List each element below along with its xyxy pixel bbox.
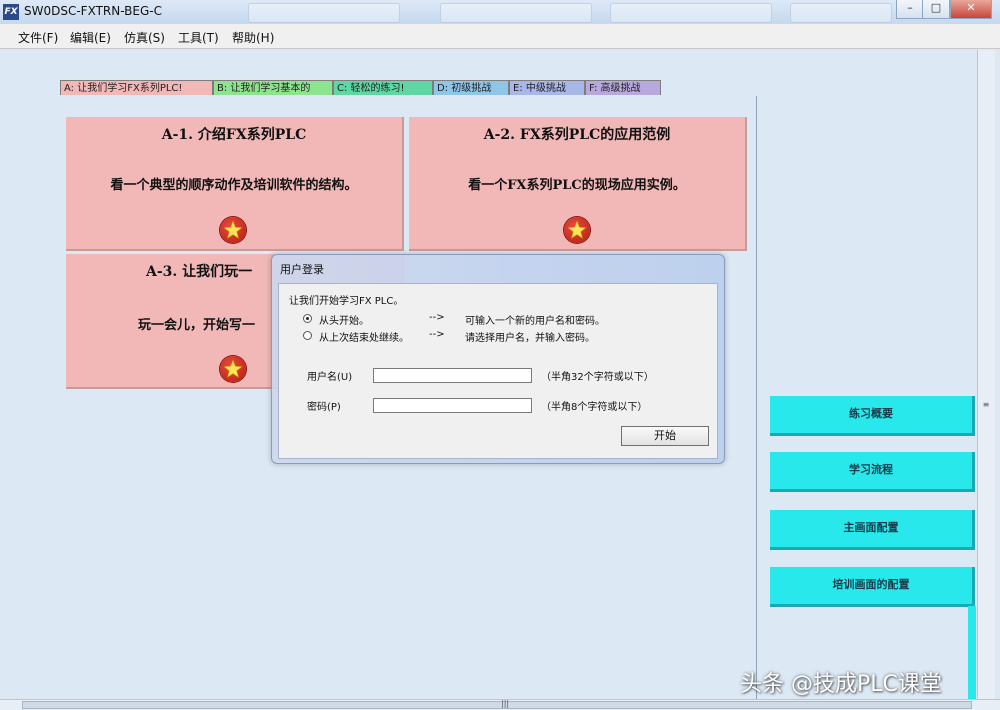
menu-help[interactable]: 帮助(H) <box>232 29 274 46</box>
card-description: 看一个FX系列PLC的现场应用实例。 <box>468 178 686 193</box>
tab-b[interactable]: B: 让我们学习基本的 <box>213 80 333 95</box>
password-label: 密码(P) <box>307 402 341 413</box>
card-title: A-1. 介绍FX系列PLC <box>161 127 307 143</box>
tab-a[interactable]: A: 让我们学习FX系列PLC! <box>60 80 213 95</box>
option-start-new-hint: 可输入一个新的用户名和密码。 <box>465 316 605 327</box>
star-icon[interactable] <box>220 356 246 382</box>
lesson-card-a2[interactable]: A-2. FX系列PLC的应用范例 看一个FX系列PLC的现场应用实例。 <box>409 117 747 251</box>
dialog-title: 用户登录 <box>280 263 324 276</box>
username-input[interactable] <box>373 368 532 383</box>
title-bar: FX SW0DSC-FXTRN-BEG-C – □ ✕ <box>0 0 1000 25</box>
option-continue-hint: 请选择用户名，并输入密码。 <box>465 333 595 344</box>
dialog-body: 让我们开始学习FX PLC。 从头开始。 --> 可输入一个新的用户名和密码。 … <box>278 283 718 459</box>
minimize-button[interactable]: – <box>896 0 924 19</box>
learning-flow-button[interactable]: 学习流程 <box>770 452 975 492</box>
background-taskbar-tab <box>790 3 892 23</box>
menu-tools[interactable]: 工具(T) <box>178 29 219 46</box>
scroll-grip-icon: ||| <box>501 699 510 708</box>
horizontal-scroll-thumb[interactable]: ||| <box>22 699 972 709</box>
nav-side-strip <box>968 606 976 700</box>
menu-file[interactable]: 文件(F) <box>18 29 58 46</box>
scroll-grip-icon[interactable]: ≡ <box>981 400 991 414</box>
horizontal-scrollbar[interactable]: ||| <box>0 699 1000 710</box>
training-screen-config-button[interactable]: 培训画面的配置 <box>770 567 975 607</box>
menu-simulate[interactable]: 仿真(S) <box>124 29 165 46</box>
lesson-card-a1[interactable]: A-1. 介绍FX系列PLC 看一个典型的顺序动作及培训软件的结构。 <box>66 117 404 251</box>
card-title: A-2. FX系列PLC的应用范例 <box>483 127 671 143</box>
option-start-new-label[interactable]: 从头开始。 <box>319 312 369 327</box>
radio-start-new[interactable] <box>303 314 312 323</box>
option-continue-label[interactable]: 从上次结束处继续。 <box>319 329 409 344</box>
watermark: 头条 @技成PLC课堂 <box>740 672 942 697</box>
option-arrow: --> <box>429 312 445 323</box>
radio-continue[interactable] <box>303 331 312 340</box>
card-description: 看一个典型的顺序动作及培训软件的结构。 <box>110 178 358 193</box>
menu-edit[interactable]: 编辑(E) <box>70 29 111 46</box>
background-taskbar-tab <box>610 3 772 23</box>
username-hint: （半角32个字符或以下） <box>541 372 654 383</box>
background-taskbar-tab <box>440 3 592 23</box>
vertical-scrollbar[interactable]: ≡ <box>977 50 995 700</box>
star-icon[interactable] <box>220 217 246 243</box>
username-label: 用户名(U) <box>307 372 353 383</box>
option-arrow: --> <box>429 329 445 340</box>
maximize-button[interactable]: □ <box>922 0 950 19</box>
user-login-dialog: 用户登录 让我们开始学习FX PLC。 从头开始。 --> 可输入一个新的用户名… <box>271 254 725 464</box>
start-button[interactable]: 开始 <box>621 426 709 446</box>
main-screen-config-button[interactable]: 主画面配置 <box>770 510 975 550</box>
menu-bar: 文件(F) 编辑(E) 仿真(S) 工具(T) 帮助(H) <box>0 24 1000 49</box>
star-icon[interactable] <box>564 217 590 243</box>
content-divider <box>756 96 757 700</box>
window-title: SW0DSC-FXTRN-BEG-C <box>24 4 162 18</box>
app-window: FX SW0DSC-FXTRN-BEG-C – □ ✕ 文件(F) 编辑(E) … <box>0 0 1000 710</box>
app-icon: FX <box>3 4 19 20</box>
tab-f[interactable]: F: 高级挑战 <box>585 80 661 95</box>
dialog-intro: 让我们开始学习FX PLC。 <box>289 296 404 307</box>
password-input[interactable] <box>373 398 532 413</box>
background-taskbar-tab <box>248 3 400 23</box>
password-hint: （半角8个字符或以下） <box>541 402 648 413</box>
exercise-overview-button[interactable]: 练习概要 <box>770 396 975 436</box>
close-button[interactable]: ✕ <box>950 0 992 19</box>
tab-c[interactable]: C: 轻松的练习! <box>333 80 433 95</box>
tab-d[interactable]: D: 初级挑战 <box>433 80 509 95</box>
tab-e[interactable]: E: 中级挑战 <box>509 80 585 95</box>
